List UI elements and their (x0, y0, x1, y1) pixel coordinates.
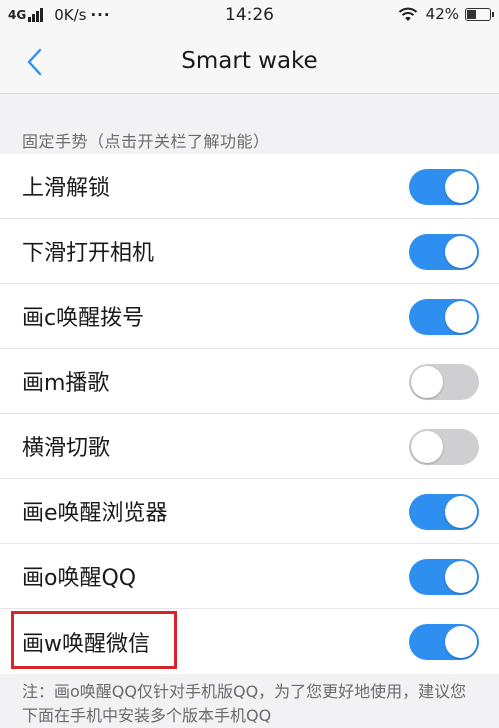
gesture-label: 画e唤醒浏览器 (22, 501, 168, 526)
gesture-toggle[interactable] (409, 169, 479, 205)
gesture-label: 画w唤醒微信 (22, 631, 150, 657)
gesture-row[interactable]: 上滑解锁 (0, 154, 499, 219)
gesture-row[interactable]: 画e唤醒浏览器 (0, 479, 499, 544)
gesture-toggle[interactable] (409, 364, 479, 400)
footnote: 注：画o唤醒QQ仅针对手机版QQ，为了您更好地使用，建议您下面在手机中安装多个版… (22, 682, 467, 725)
gesture-label: 画o唤醒QQ (22, 566, 137, 591)
status-bar: 4G 0K/s ··· 14:26 42% (0, 0, 499, 30)
toggle-knob (411, 431, 443, 463)
gesture-row[interactable]: 画c唤醒拨号 (0, 284, 499, 349)
gesture-toggle[interactable] (409, 299, 479, 335)
gesture-label: 下滑打开相机 (22, 241, 155, 266)
gesture-label: 横滑切歌 (22, 436, 111, 461)
toggle-knob (445, 236, 477, 268)
navigation-bar: Smart wake (0, 30, 499, 94)
wifi-icon (398, 7, 417, 21)
toggle-knob (445, 171, 477, 203)
gesture-label: 画m播歌 (22, 371, 110, 396)
toggle-knob (445, 626, 477, 658)
toggle-knob (445, 561, 477, 593)
battery-level (467, 9, 476, 19)
gesture-toggle[interactable] (409, 494, 479, 530)
gesture-toggle[interactable] (409, 234, 479, 270)
page-title: Smart wake (181, 48, 318, 74)
gesture-toggle[interactable] (409, 624, 479, 660)
gesture-toggle[interactable] (409, 559, 479, 595)
toggle-knob (445, 301, 477, 333)
gesture-list: 上滑解锁下滑打开相机 画c唤醒拨号 画m播歌横滑切歌画e唤醒浏览器 画o唤醒QQ 画w唤… (0, 154, 499, 674)
status-right: 42% (398, 5, 494, 23)
battery-icon (465, 7, 494, 21)
gesture-row[interactable]: 画m播歌 (0, 349, 499, 414)
gesture-row[interactable]: 画w唤醒微信 (0, 609, 499, 674)
gesture-row[interactable]: 画o唤醒QQ (0, 544, 499, 609)
section-header: 固定手势（点击开关栏了解功能） (22, 132, 270, 151)
battery-percent: 42% (425, 5, 459, 23)
toggle-knob (411, 366, 443, 398)
gesture-label: 上滑解锁 (22, 176, 111, 201)
gesture-row[interactable]: 下滑打开相机 (0, 219, 499, 284)
gesture-toggle[interactable] (409, 429, 479, 465)
gesture-label: 画c唤醒拨号 (22, 306, 145, 331)
gesture-row[interactable]: 横滑切歌 (0, 414, 499, 479)
toggle-knob (445, 496, 477, 528)
